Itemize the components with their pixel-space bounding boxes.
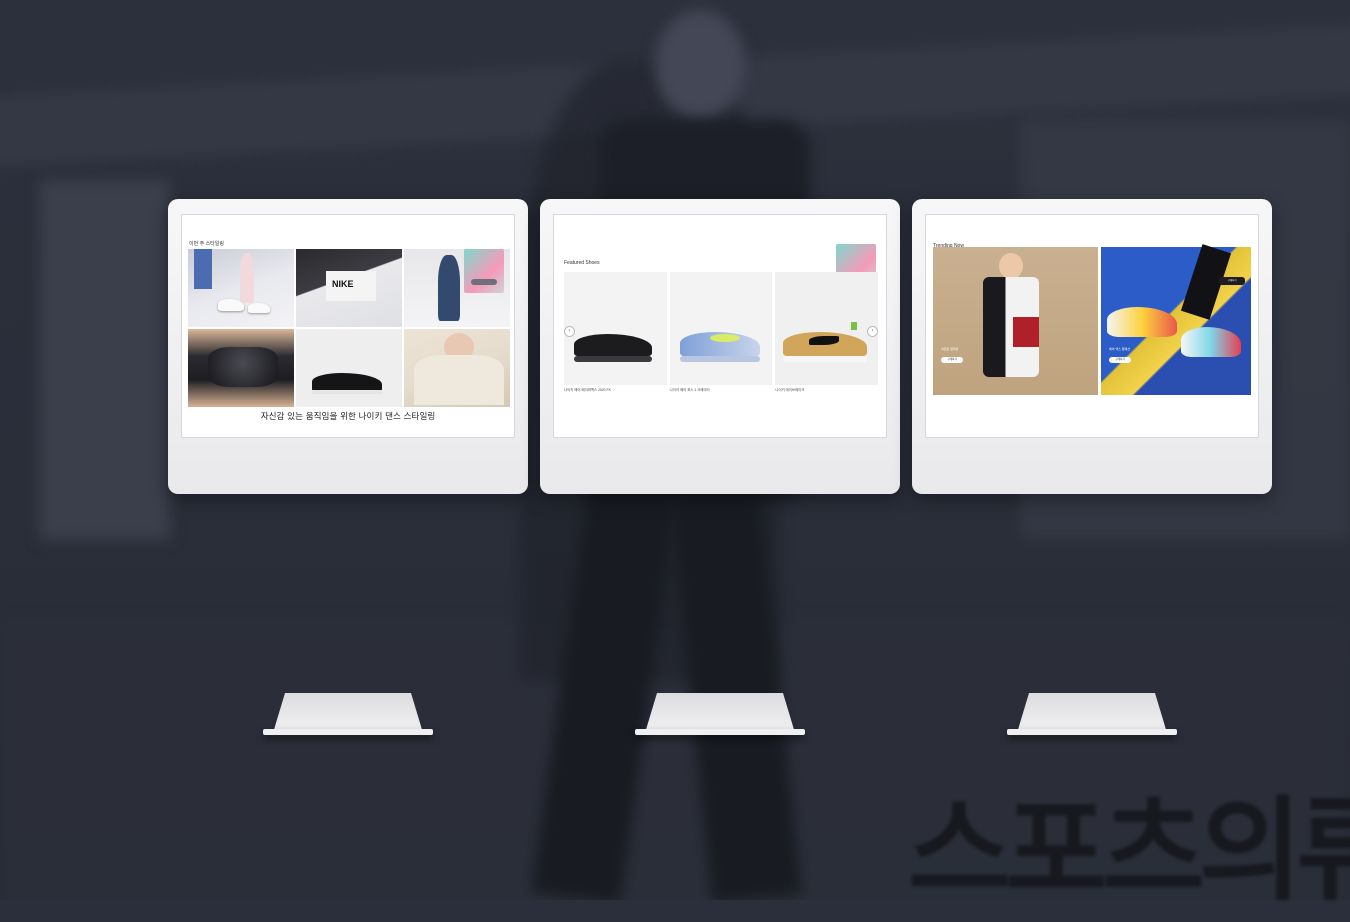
- monitor-2: Featured Shoes 나이키 에어 베이퍼맥스 2020 FK 나이키 …: [540, 199, 900, 735]
- monitor-screen-featured-shoes: Featured Shoes 나이키 에어 베이퍼맥스 2020 FK 나이키 …: [553, 214, 887, 438]
- floating-promo-card[interactable]: [464, 249, 504, 293]
- monitor-frame: Trending Now 새로운 컬렉션 구매하기 구매하기 에어 맥스 컬렉션…: [912, 199, 1272, 494]
- product-image: [669, 272, 773, 385]
- product-name[interactable]: 나이키 에어 베이퍼맥스 2020 FK: [564, 387, 667, 392]
- product-card[interactable]: 나이키 에어 포스 1 크레이터: [669, 272, 773, 392]
- monitor-frame: 이번 주 스타일링 NIKE 자신감 있는 움직임을 위한 나이키 댄스 스타일…: [168, 199, 528, 494]
- styling-image-black-sneaker[interactable]: [296, 329, 402, 407]
- styling-headline: 자신감 있는 움직임을 위한 나이키 댄스 스타일링: [260, 412, 436, 422]
- monitor-3: Trending Now 새로운 컬렉션 구매하기 구매하기 에어 맥스 컬렉션…: [912, 199, 1272, 735]
- styling-image-black-top[interactable]: [188, 329, 294, 407]
- section-title: 이번 주 스타일링: [189, 241, 224, 247]
- monitor-frame: Featured Shoes 나이키 에어 베이퍼맥스 2020 FK 나이키 …: [540, 199, 900, 494]
- styling-image-white-sneakers[interactable]: [188, 249, 294, 327]
- carousel-prev-button[interactable]: ‹: [564, 326, 575, 337]
- trending-card-button[interactable]: 구매하기: [1109, 357, 1131, 363]
- product-name[interactable]: 나이키 데이브레이크: [775, 387, 878, 392]
- styling-image-grid: NIKE: [188, 249, 510, 407]
- trending-card-label: 에어 맥스 컬렉션: [1109, 347, 1130, 351]
- promo-button[interactable]: [471, 279, 497, 285]
- monitor-screen-styling: 이번 주 스타일링 NIKE 자신감 있는 움직임을 위한 나이키 댄스 스타일…: [181, 214, 515, 438]
- carousel-next-button[interactable]: ›: [867, 326, 878, 337]
- product-name[interactable]: 나이키 에어 포스 1 크레이터: [670, 387, 773, 392]
- trending-card-label: 새로운 컬렉션: [941, 347, 959, 351]
- section-title: Featured Shoes: [564, 260, 600, 266]
- trending-card-button[interactable]: 구매하기: [941, 357, 963, 363]
- monitor-stand: [263, 693, 433, 739]
- trending-card[interactable]: 새로운 컬렉션 구매하기: [933, 247, 1098, 395]
- monitor-1: 이번 주 스타일링 NIKE 자신감 있는 움직임을 위한 나이키 댄스 스타일…: [168, 199, 528, 735]
- styling-image-graphic-top[interactable]: NIKE: [296, 249, 402, 327]
- styling-image-fleece-jacket[interactable]: [404, 329, 510, 407]
- monitor-stand: [635, 693, 805, 739]
- product-image: [564, 272, 667, 385]
- monitor-stand: [1007, 693, 1177, 739]
- product-card[interactable]: 나이키 에어 베이퍼맥스 2020 FK: [564, 272, 667, 392]
- trending-card[interactable]: 구매하기 에어 맥스 컬렉션 구매하기: [1101, 244, 1251, 395]
- product-image: [775, 272, 879, 385]
- product-carousel: 나이키 에어 베이퍼맥스 2020 FK 나이키 에어 포스 1 크레이터 나이…: [564, 272, 879, 392]
- floating-promo-button[interactable]: 구매하기: [1219, 277, 1245, 285]
- background-watermark-text: 스포츠의류: [908, 786, 1350, 916]
- product-card[interactable]: 나이키 데이브레이크: [775, 272, 879, 392]
- monitor-screen-trending: Trending Now 새로운 컬렉션 구매하기 구매하기 에어 맥스 컬렉션…: [925, 214, 1259, 438]
